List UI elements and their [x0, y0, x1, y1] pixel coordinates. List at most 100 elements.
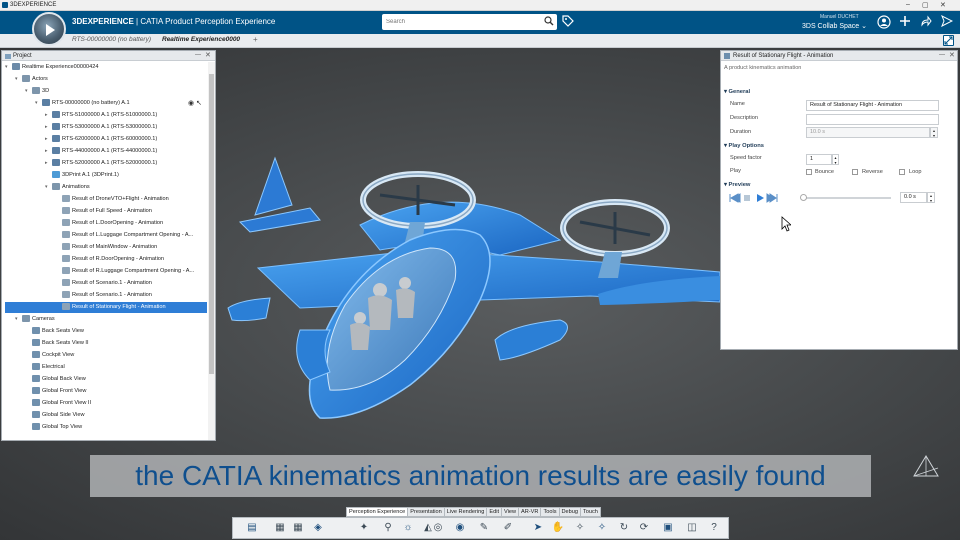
collab-space-selector[interactable]: 3DS Collab Space ⌄	[802, 22, 867, 30]
share-icon[interactable]	[920, 15, 932, 27]
tree-item[interactable]: Global Front View II	[32, 398, 207, 409]
expand-toggle-icon[interactable]: ▸	[45, 134, 48, 145]
tree-item[interactable]: Result of Scenario.1 - Animation	[62, 278, 207, 289]
sun-icon[interactable]: ☼	[401, 521, 415, 535]
speed-factor-field[interactable]: 1	[806, 154, 832, 165]
arrow-icon[interactable]: ➤	[531, 521, 545, 535]
tree-item[interactable]: Electrical	[32, 362, 207, 373]
material-icon[interactable]: ◈	[311, 521, 325, 535]
video-icon[interactable]: ▣	[661, 521, 675, 535]
tree-item[interactable]: Result of Full Speed - Animation	[62, 206, 207, 217]
sparkle-2-icon[interactable]: ✧	[595, 521, 609, 535]
minimize-button[interactable]: –	[906, 1, 910, 8]
tree-item[interactable]: Global Front View	[32, 386, 207, 397]
tree-item[interactable]: Global Top View	[32, 422, 207, 433]
render-icon[interactable]: ◉	[453, 521, 467, 535]
expand-icon[interactable]	[943, 35, 954, 46]
reverse-checkbox[interactable]	[852, 169, 858, 175]
tab-view[interactable]: View	[501, 507, 520, 517]
preview-timeline-slider[interactable]	[800, 194, 891, 201]
speed-factor-stepper[interactable]: ▴ ▾	[832, 154, 839, 165]
tree-item[interactable]: ▾ Actors	[15, 74, 207, 85]
compass-icon[interactable]	[32, 12, 66, 46]
tab-live-rendering[interactable]: Live Rendering	[443, 507, 488, 517]
visibility-icon[interactable]: ◉ ↖	[188, 98, 202, 109]
tab-realtime-experience[interactable]: Realtime Experience0000	[162, 36, 240, 43]
tree-item[interactable]: ▾ RTS-00000000 (no battery) A.1	[35, 98, 207, 109]
tree-item[interactable]: ▸ RTS-53000000 A.1 (RTS-53000000.1)	[45, 122, 207, 133]
communicate-icon[interactable]	[941, 15, 953, 27]
minimize-panel-icon[interactable]: —	[195, 52, 201, 58]
add-tab-button[interactable]: +	[253, 35, 258, 44]
tree-item[interactable]: ▸ RTS-52000000 A.1 (RTS-52000000.1)	[45, 158, 207, 169]
user-avatar-icon[interactable]	[877, 15, 891, 29]
light-icon[interactable]: ✦	[357, 521, 371, 535]
tree-item[interactable]: Result of L.Luggage Compartment Opening …	[62, 230, 207, 241]
expand-toggle-icon[interactable]: ▸	[45, 158, 48, 169]
sparkle-icon[interactable]: ✧	[573, 521, 587, 535]
tag-icon[interactable]	[562, 15, 574, 27]
expand-toggle-icon[interactable]: ▾	[5, 62, 8, 73]
minimize-panel-icon[interactable]: —	[939, 52, 945, 58]
expand-toggle-icon[interactable]: ▾	[15, 314, 18, 325]
preview-time-stepper[interactable]: ▴ ▾	[927, 192, 935, 203]
scene-icon[interactable]: ▦	[273, 521, 287, 535]
tab-rts-product[interactable]: RTS-00000000 (no battery)	[72, 36, 151, 43]
tree-item[interactable]: Result of R.DoorOpening - Animation	[62, 254, 207, 265]
tree-item[interactable]: Result of Scenario.1 - Animation	[62, 290, 207, 301]
expand-toggle-icon[interactable]: ▸	[45, 122, 48, 133]
tab-tools[interactable]: Tools	[540, 507, 560, 517]
maximize-button[interactable]: ▢	[922, 1, 929, 9]
expand-toggle-icon[interactable]: ▸	[45, 110, 48, 121]
close-button[interactable]: ✕	[940, 1, 946, 9]
tab-edit[interactable]: Edit	[486, 507, 502, 517]
pen-icon[interactable]: ✐	[501, 521, 515, 535]
preview-time-field[interactable]: 0.0 s	[900, 192, 927, 203]
tree-item[interactable]: Global Side View	[32, 410, 207, 421]
description-field[interactable]	[806, 114, 939, 125]
tree-item[interactable]: Global Back View	[32, 374, 207, 385]
view-triad-icon[interactable]	[908, 454, 944, 480]
tree-item[interactable]: Result of L.DoorOpening - Animation	[62, 218, 207, 229]
expand-toggle-icon[interactable]: ▾	[25, 86, 28, 97]
tab-debug[interactable]: Debug	[558, 507, 581, 517]
tree-item[interactable]: Result of MainWindow - Animation	[62, 242, 207, 253]
name-field[interactable]: Result of Stationary Flight - Animation	[806, 100, 939, 111]
tree-item[interactable]: Result of R.Luggage Compartment Opening …	[62, 266, 207, 277]
close-panel-icon[interactable]: ✕	[205, 51, 211, 59]
loop-icon[interactable]: ↻	[617, 521, 631, 535]
bounce-checkbox[interactable]	[806, 169, 812, 175]
search-icon[interactable]	[544, 16, 554, 26]
tree-scrollbar[interactable]	[208, 62, 215, 440]
timeline-handle[interactable]	[800, 194, 807, 201]
tree-item[interactable]: Result of Stationary Flight - Animation	[5, 302, 207, 313]
tree-item[interactable]: Cockpit View	[32, 350, 207, 361]
tree-item[interactable]: ▾ Realtime Experience00000424	[5, 62, 207, 73]
expand-toggle-icon[interactable]: ▸	[45, 146, 48, 157]
capture-icon[interactable]: ◫	[685, 521, 699, 535]
tree-toggle-icon[interactable]: ▤	[245, 521, 259, 535]
loop-checkbox[interactable]	[899, 169, 905, 175]
section-preview[interactable]: ▾ Preview	[724, 182, 750, 188]
scene-2-icon[interactable]: ▦	[291, 521, 305, 535]
tree-item[interactable]: Result of DroneVTO+Flight - Animation	[62, 194, 207, 205]
help-icon[interactable]: ?	[707, 521, 721, 535]
expand-toggle-icon[interactable]: ▾	[15, 74, 18, 85]
tree-item[interactable]: ▸ RTS-62000000 A.1 (RTS-60000000.1)	[45, 134, 207, 145]
camera-icon[interactable]: ◎	[431, 521, 445, 535]
tab-perception-experience[interactable]: Perception Experience	[346, 507, 409, 517]
ruler-icon[interactable]: ✎	[477, 521, 491, 535]
tree-item[interactable]: ▾ Cameras	[15, 314, 207, 325]
expand-toggle-icon[interactable]: ▾	[35, 98, 38, 109]
tree-item[interactable]: ▾ 3D	[25, 86, 207, 97]
tab-touch[interactable]: Touch	[579, 507, 601, 517]
walk-icon[interactable]: ⚲	[381, 521, 395, 535]
hand-icon[interactable]: ✋	[551, 521, 565, 535]
tree-item[interactable]: 3DPrint A.1 (3DPrint.1)	[52, 170, 207, 181]
search-input[interactable]	[386, 16, 536, 28]
search-box[interactable]	[382, 14, 557, 30]
section-play-options[interactable]: ▾ Play Options	[724, 143, 764, 149]
expand-toggle-icon[interactable]: ▾	[45, 182, 48, 193]
sync-icon[interactable]: ⟳	[637, 521, 651, 535]
section-general[interactable]: ▾ General	[724, 89, 750, 95]
